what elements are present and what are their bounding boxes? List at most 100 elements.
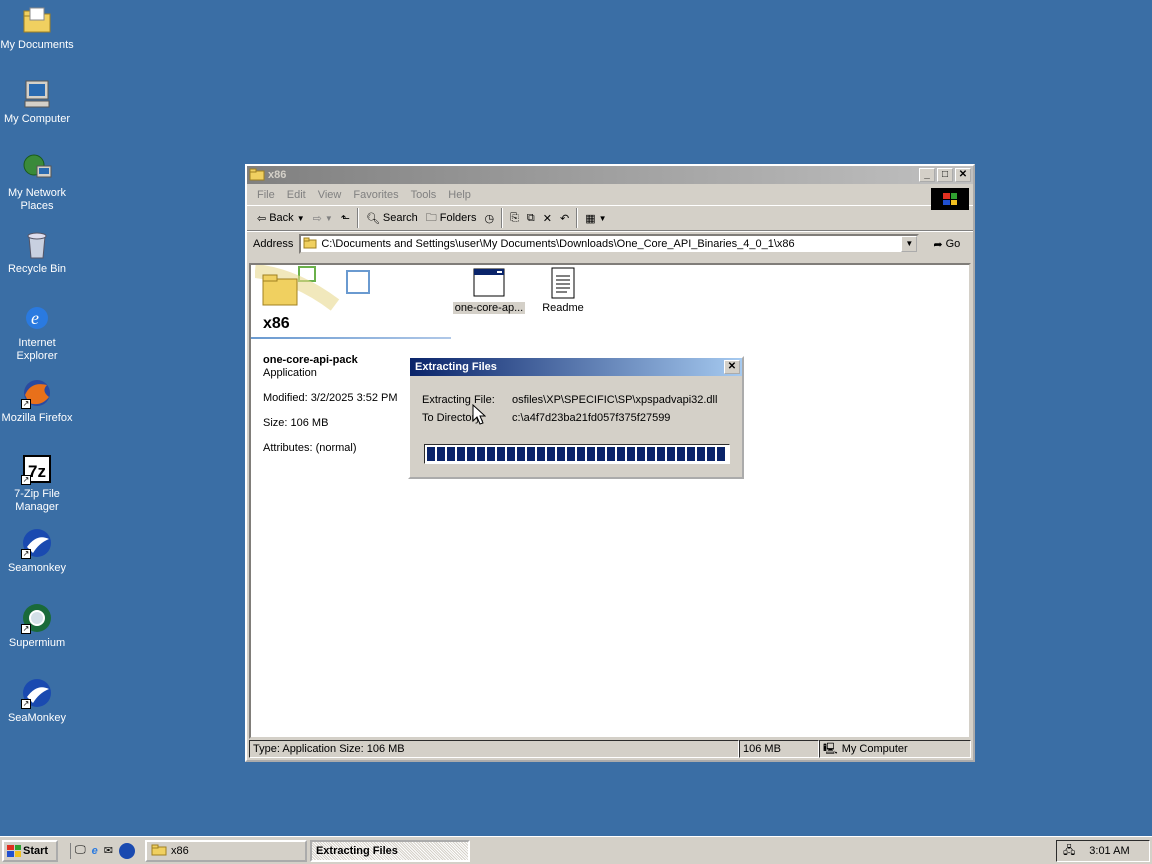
- move-to-button[interactable]: ⎘: [506, 207, 523, 229]
- start-button[interactable]: Start: [2, 839, 58, 862]
- desktop-icon-my-network-places[interactable]: My Network Places: [0, 152, 74, 213]
- directory-value: c:\a4f7d23ba21fd057f375f27599: [512, 412, 671, 424]
- progress-block: [567, 447, 575, 461]
- address-field[interactable]: C:\Documents and Settings\user\My Docume…: [299, 234, 920, 254]
- supermium-icon: ↗: [21, 602, 53, 634]
- progress-block: [657, 447, 665, 461]
- outlook-express-icon[interactable]: ✉: [104, 844, 113, 857]
- explorer-titlebar[interactable]: x86 _ □ ✕: [247, 166, 973, 184]
- progress-block: [457, 447, 465, 461]
- folder-heading: x86: [263, 315, 290, 332]
- chevron-down-icon: ▼: [324, 213, 333, 223]
- progress-block: [497, 447, 505, 461]
- menu-bar: File Edit View Favorites Tools Help: [247, 184, 973, 205]
- menu-tools[interactable]: Tools: [407, 189, 445, 201]
- internet-explorer-icon[interactable]: e: [92, 845, 98, 857]
- clock[interactable]: 3:01 AM: [1089, 845, 1129, 857]
- close-button[interactable]: ✕: [724, 360, 740, 374]
- progress-block: [427, 447, 435, 461]
- progress-block: [667, 447, 675, 461]
- show-desktop-icon[interactable]: 🖵: [75, 844, 86, 857]
- toolbar-separator: [576, 208, 579, 228]
- shortcut-arrow-icon: ↗: [21, 399, 31, 409]
- dialog-titlebar[interactable]: Extracting Files ✕: [410, 358, 742, 376]
- go-button[interactable]: ➦ Go: [929, 233, 964, 255]
- progress-block: [537, 447, 545, 461]
- progress-block: [467, 447, 475, 461]
- desktop-icon-label: My Network Places: [7, 187, 67, 212]
- menu-file[interactable]: File: [253, 189, 283, 201]
- network-connection-icon[interactable]: 🖧: [1063, 842, 1075, 861]
- search-button[interactable]: 🔍︎ Search: [362, 207, 422, 229]
- dialog-title: Extracting Files: [415, 361, 497, 373]
- folders-label: Folders: [439, 212, 477, 224]
- desktop-icon-seamonkey-2[interactable]: ↗ SeaMonkey: [0, 677, 74, 725]
- menu-view[interactable]: View: [314, 189, 350, 201]
- selected-modified: Modified: 3/2/2025 3:52 PM: [263, 392, 398, 404]
- maximize-button[interactable]: □: [937, 168, 953, 182]
- window-title: x86: [268, 169, 287, 181]
- menu-edit[interactable]: Edit: [283, 189, 314, 201]
- minimize-button[interactable]: _: [919, 168, 935, 182]
- desktop-icon-mozilla-firefox[interactable]: ↗ Mozilla Firefox: [0, 377, 74, 425]
- forward-button[interactable]: ⇨ ▼: [309, 207, 337, 229]
- toolbar-separator: [356, 208, 359, 228]
- desktop-icon-label: SeaMonkey: [7, 712, 67, 724]
- progress-block: [557, 447, 565, 461]
- copy-to-button[interactable]: ⧉: [523, 207, 539, 229]
- windows-logo-icon: [7, 844, 21, 857]
- progress-block: [587, 447, 595, 461]
- task-label: Extracting Files: [315, 844, 398, 857]
- computer-icon: [21, 78, 53, 110]
- text-document-icon: [547, 267, 579, 299]
- seamonkey-icon[interactable]: [118, 842, 135, 859]
- desktop-icon-my-computer[interactable]: My Computer: [0, 78, 74, 126]
- seamonkey-icon: ↗: [21, 527, 53, 559]
- status-zone-label: My Computer: [841, 743, 908, 755]
- folder-view[interactable]: x86 one-core-api-pack Application Modifi…: [249, 263, 971, 739]
- menu-favorites[interactable]: Favorites: [349, 189, 406, 201]
- webview-panel: x86 one-core-api-pack Application Modifi…: [251, 265, 451, 735]
- firefox-icon: ↗: [21, 377, 53, 409]
- file-item-application[interactable]: one-core-ap...: [449, 267, 529, 314]
- taskbar-button-extracting-files[interactable]: Extracting Files: [309, 839, 470, 862]
- taskbar-button-x86[interactable]: x86: [144, 839, 307, 862]
- undo-button[interactable]: ↶: [556, 207, 573, 229]
- desktop-icon-recycle-bin[interactable]: Recycle Bin: [0, 228, 74, 276]
- views-icon: ▦: [585, 212, 596, 225]
- desktop-icon-supermium[interactable]: ↗ Supermium: [0, 602, 74, 650]
- up-folder-button[interactable]: ⬑: [337, 207, 354, 229]
- progress-block: [597, 447, 605, 461]
- folders-icon: 🗀: [425, 211, 437, 224]
- extracting-files-dialog: Extracting Files ✕ Extracting File: osfi…: [408, 356, 744, 479]
- shortcut-arrow-icon: ↗: [21, 624, 31, 634]
- progress-block: [507, 447, 515, 461]
- extracting-file-value: osfiles\XP\SPECIFIC\SP\xpspadvapi32.dll: [512, 394, 718, 406]
- progress-block: [617, 447, 625, 461]
- seamonkey-icon: ↗: [21, 677, 53, 709]
- progress-block: [437, 447, 445, 461]
- desktop-icon-seamonkey[interactable]: ↗ Seamonkey: [0, 527, 74, 575]
- file-label: one-core-ap...: [452, 302, 526, 314]
- network-icon: [21, 152, 53, 184]
- address-dropdown-button[interactable]: ▼: [901, 236, 918, 252]
- close-button[interactable]: ✕: [955, 168, 971, 182]
- delete-button[interactable]: ✕: [539, 207, 556, 229]
- folder-icon: [303, 237, 317, 252]
- views-button[interactable]: ▦ ▼: [581, 207, 610, 229]
- file-item-readme[interactable]: Readme: [523, 267, 603, 314]
- desktop-icon-internet-explorer[interactable]: e Internet Explorer: [0, 302, 74, 363]
- progress-block: [677, 447, 685, 461]
- desktop-icon-my-documents[interactable]: My Documents: [0, 4, 74, 52]
- folder-banner-icon: [254, 265, 375, 320]
- menu-help[interactable]: Help: [444, 189, 479, 201]
- desktop-icon-7zip[interactable]: 7z ↗ 7-Zip File Manager: [0, 453, 74, 514]
- progress-block: [647, 447, 655, 461]
- progress-block: [477, 447, 485, 461]
- folders-button[interactable]: 🗀 Folders: [422, 207, 481, 229]
- progress-block: [637, 447, 645, 461]
- back-button[interactable]: ⇦ Back ▼: [253, 207, 309, 229]
- history-button[interactable]: ◷: [480, 207, 498, 229]
- windows-logo-icon: [931, 188, 969, 210]
- selected-type: Application: [263, 367, 317, 379]
